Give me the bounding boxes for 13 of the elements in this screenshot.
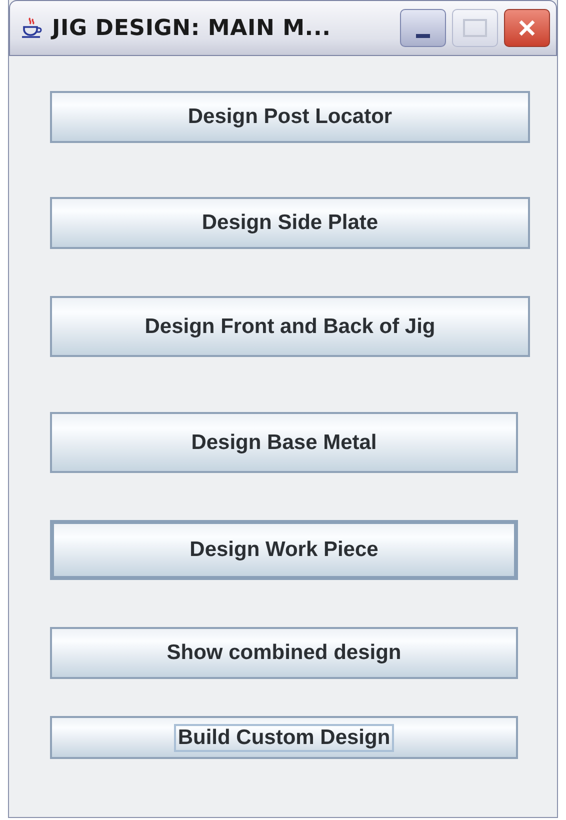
menu-button[interactable]: Show combined design: [50, 627, 518, 679]
menu-button[interactable]: Design Post Locator: [50, 91, 530, 143]
menu-button[interactable]: Design Side Plate: [50, 197, 530, 249]
minimize-button[interactable]: [400, 9, 446, 47]
menu-button[interactable]: Design Work Piece: [50, 520, 518, 580]
window-title: JIG DESIGN: MAIN M...: [52, 16, 331, 40]
close-button[interactable]: [504, 9, 550, 47]
minimize-icon: [416, 34, 430, 38]
maximize-icon: [463, 19, 487, 37]
menu-button[interactable]: Design Base Metal: [50, 412, 518, 473]
menu-button[interactable]: Design Front and Back of Jig: [50, 296, 530, 357]
coffee-cup-icon: [20, 16, 44, 40]
menu-button[interactable]: Build Custom Design: [50, 716, 518, 759]
